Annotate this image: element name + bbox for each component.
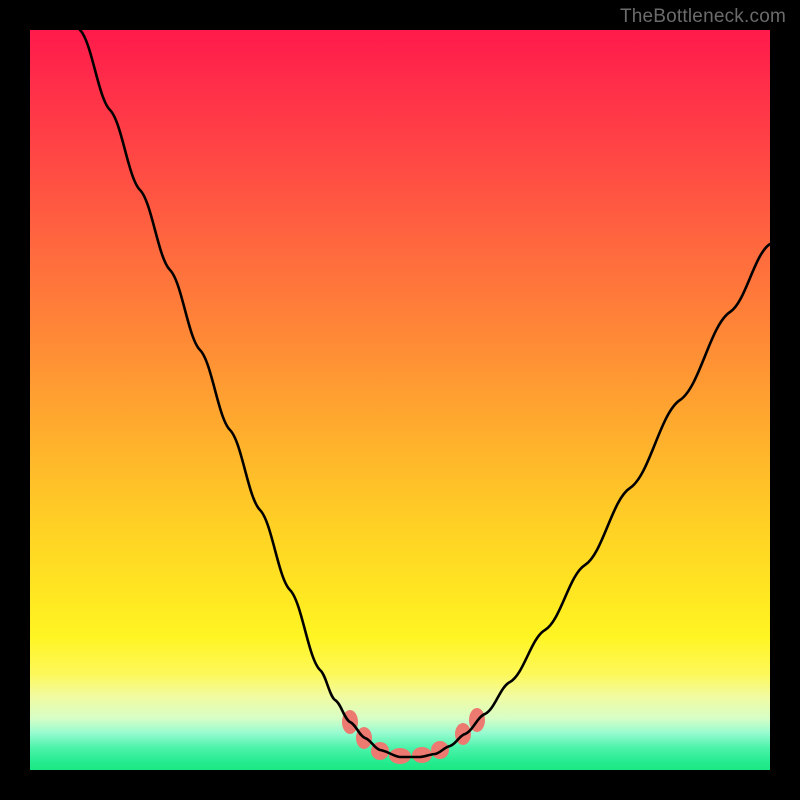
plot-area xyxy=(30,30,770,770)
highlight-dot xyxy=(431,741,449,759)
chart-frame: TheBottleneck.com xyxy=(0,0,800,800)
curve-layer xyxy=(30,30,770,770)
bottleneck-curve xyxy=(80,30,770,757)
watermark-text: TheBottleneck.com xyxy=(620,6,786,28)
